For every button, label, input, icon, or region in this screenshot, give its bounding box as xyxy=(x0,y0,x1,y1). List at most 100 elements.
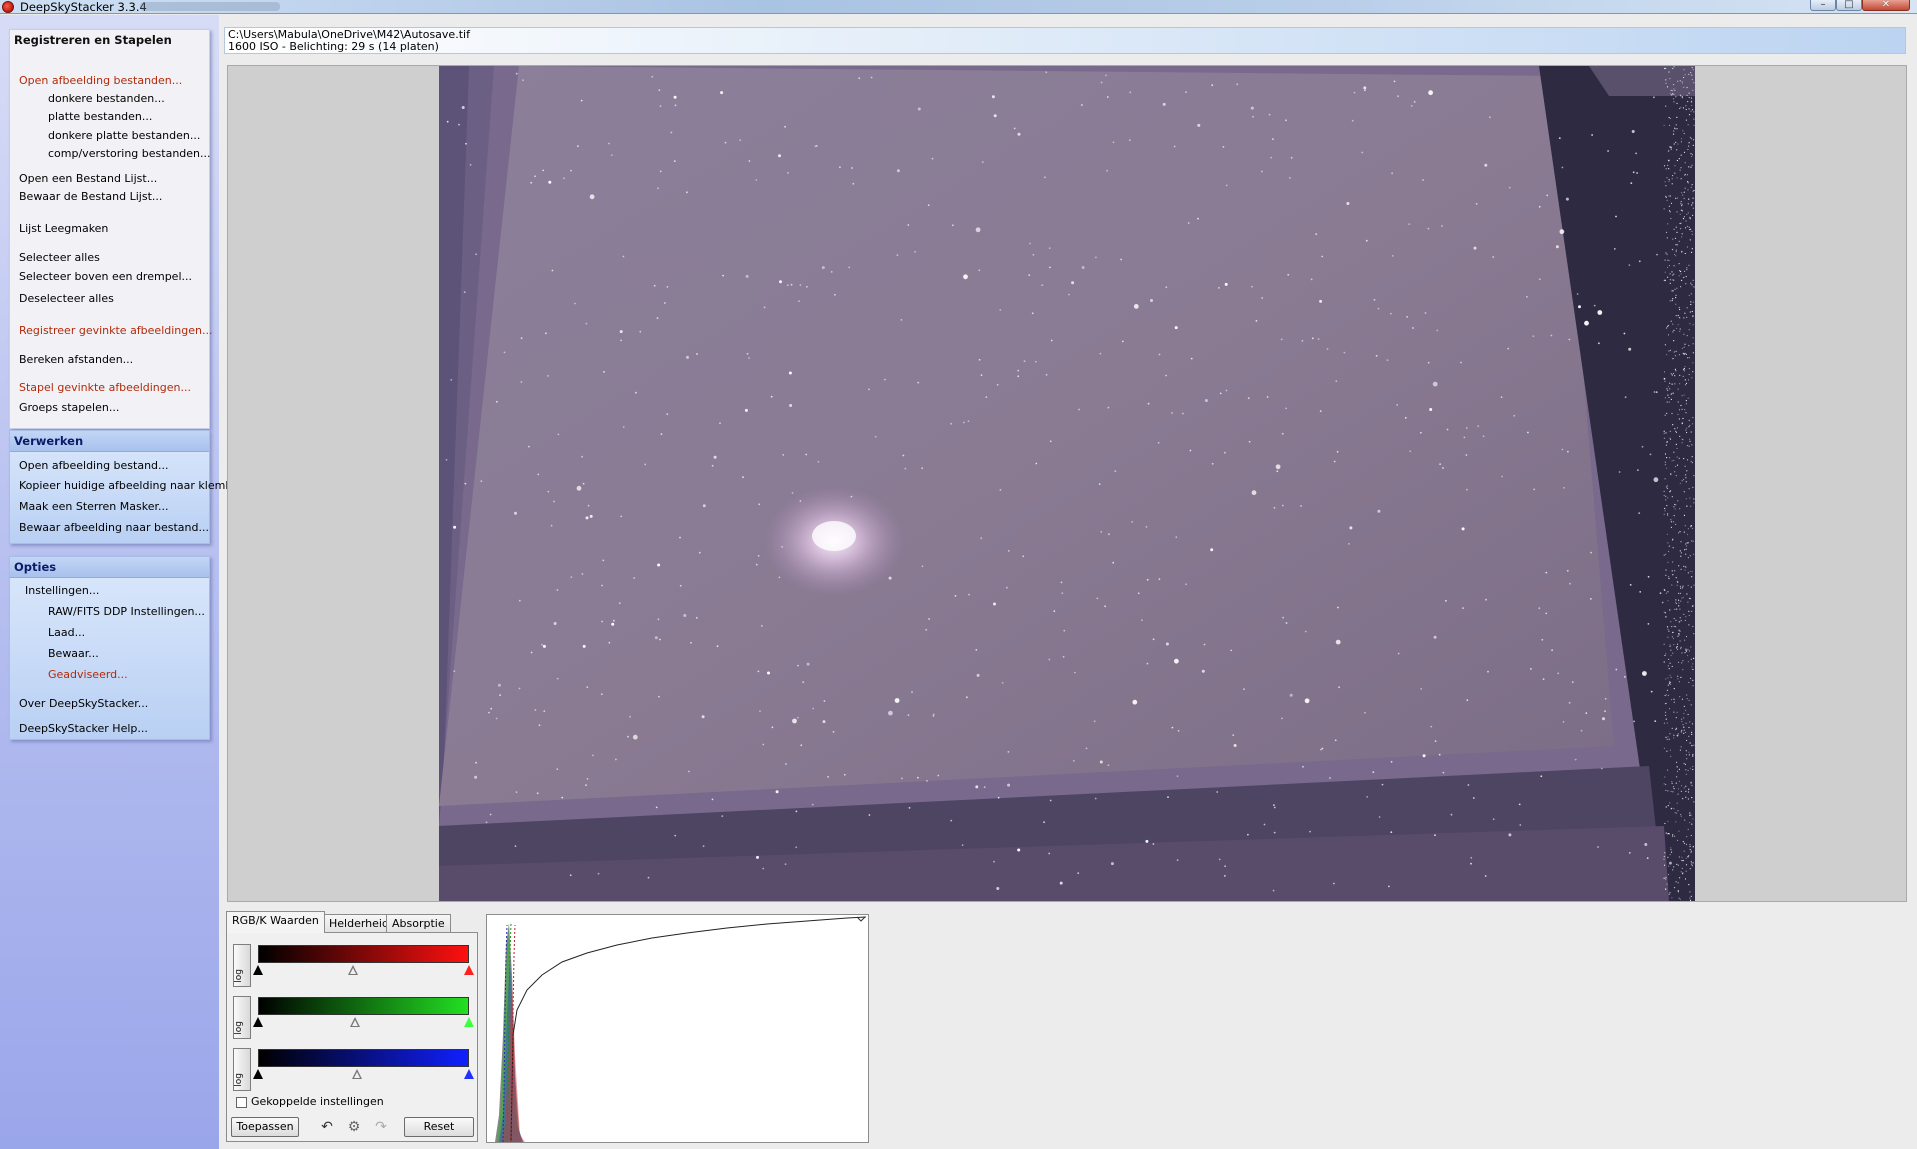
noise-speck xyxy=(1693,475,1695,477)
noise-speck xyxy=(1673,698,1675,700)
settings-icon[interactable]: ⚙ xyxy=(345,1118,363,1136)
star xyxy=(1600,767,1603,770)
offset-bias-files-link[interactable]: comp/verstoring bestanden... xyxy=(48,147,211,161)
noise-speck xyxy=(1679,482,1681,484)
green-white-point-marker[interactable] xyxy=(464,1017,474,1027)
star xyxy=(1121,340,1124,343)
noise-speck xyxy=(1693,584,1695,586)
star xyxy=(629,715,631,718)
save-settings-link[interactable]: Bewaar... xyxy=(48,647,99,661)
linked-settings-checkbox[interactable] xyxy=(236,1097,247,1108)
star xyxy=(1165,286,1168,289)
select-above-threshold-link[interactable]: Selecteer boven een drempel... xyxy=(19,270,192,284)
reset-button[interactable]: Reset xyxy=(404,1117,474,1137)
green-slider[interactable] xyxy=(253,1017,474,1029)
noise-speck xyxy=(1691,823,1693,825)
help-link[interactable]: DeepSkyStacker Help... xyxy=(19,722,148,736)
noise-speck xyxy=(1667,259,1669,261)
register-checked-link[interactable]: Registreer gevinkte afbeeldingen... xyxy=(19,324,212,338)
load-settings-link[interactable]: Laad... xyxy=(48,626,85,640)
red-slider[interactable] xyxy=(253,965,474,977)
tab-rgb-k-levels[interactable]: RGB/K Waarden xyxy=(226,911,325,933)
open-image-file-link[interactable]: Open afbeelding bestand... xyxy=(19,459,169,473)
settings-link[interactable]: Instellingen... xyxy=(25,584,99,598)
blue-midtone-marker[interactable] xyxy=(352,1069,363,1079)
noise-speck xyxy=(1671,727,1673,730)
redo-icon[interactable]: ↷ xyxy=(372,1118,390,1136)
apply-button[interactable]: Toepassen xyxy=(231,1117,299,1137)
blue-black-point-marker[interactable] xyxy=(253,1069,263,1079)
log-toggle-red[interactable]: log xyxy=(233,944,251,987)
star xyxy=(1063,629,1066,632)
blue-white-point-marker[interactable] xyxy=(464,1069,474,1079)
noise-speck xyxy=(1665,736,1667,738)
open-image-files-link[interactable]: Open afbeelding bestanden... xyxy=(19,74,182,88)
noise-speck xyxy=(1688,96,1690,99)
recommended-settings-link[interactable]: Geadviseerd... xyxy=(48,668,128,682)
open-file-list-link[interactable]: Open een Bestand Lijst... xyxy=(19,172,157,186)
star xyxy=(1513,414,1516,417)
save-image-link[interactable]: Bewaar afbeelding naar bestand... xyxy=(19,521,209,535)
noise-speck xyxy=(1678,681,1680,683)
star xyxy=(514,845,517,847)
noise-speck xyxy=(1681,250,1683,252)
tab-luminance[interactable]: Helderheid xyxy=(323,914,395,932)
stacked-image[interactable] xyxy=(439,66,1695,901)
star xyxy=(1287,273,1290,276)
noise-speck xyxy=(1687,798,1689,800)
noise-speck xyxy=(1689,598,1692,600)
noise-speck xyxy=(1666,457,1668,459)
star xyxy=(1114,470,1117,472)
batch-stacking-link[interactable]: Groeps stapelen... xyxy=(19,401,119,415)
deselect-all-link[interactable]: Deselecteer alles xyxy=(19,292,114,306)
blue-slider[interactable] xyxy=(253,1069,474,1081)
noise-speck xyxy=(1682,352,1684,354)
image-viewer[interactable] xyxy=(227,65,1907,902)
dark-files-link[interactable]: donkere bestanden... xyxy=(48,92,165,106)
noise-speck xyxy=(1676,812,1678,814)
noise-speck xyxy=(1689,497,1691,499)
clear-list-link[interactable]: Lijst Leegmaken xyxy=(19,222,108,236)
tab-saturation[interactable]: Absorptie xyxy=(386,914,451,932)
red-white-point-marker[interactable] xyxy=(464,965,474,975)
noise-speck xyxy=(1665,231,1668,233)
log-toggle-green[interactable]: log xyxy=(233,996,251,1039)
star xyxy=(1604,697,1607,700)
noise-speck xyxy=(1692,207,1694,209)
noise-speck xyxy=(1663,554,1665,556)
noise-speck xyxy=(1689,846,1691,848)
compute-offsets-link[interactable]: Bereken afstanden... xyxy=(19,353,133,367)
noise-speck xyxy=(1680,568,1682,570)
flat-files-link[interactable]: platte bestanden... xyxy=(48,110,152,124)
save-file-list-link[interactable]: Bewaar de Bestand Lijst... xyxy=(19,190,162,204)
noise-speck xyxy=(1664,711,1667,713)
noise-speck xyxy=(1683,368,1685,370)
star xyxy=(620,339,622,342)
red-black-point-marker[interactable] xyxy=(253,965,263,975)
create-star-mask-link[interactable]: Maak een Sterren Masker... xyxy=(19,500,168,514)
red-midtone-marker[interactable] xyxy=(347,965,358,975)
select-all-link[interactable]: Selecteer alles xyxy=(19,251,100,265)
noise-speck xyxy=(1683,216,1685,218)
star xyxy=(1182,412,1184,415)
dark-flat-files-link[interactable]: donkere platte bestanden... xyxy=(48,129,200,143)
copy-to-clipboard-link[interactable]: Kopieer huidige afbeelding naar klembord xyxy=(19,479,250,493)
stack-checked-link[interactable]: Stapel gevinkte afbeeldingen... xyxy=(19,381,191,395)
maximize-button[interactable]: □ xyxy=(1836,0,1862,11)
noise-speck xyxy=(1675,602,1677,605)
star xyxy=(1232,734,1235,737)
green-midtone-marker[interactable] xyxy=(350,1017,361,1027)
noise-speck xyxy=(1690,301,1692,303)
noise-speck xyxy=(1675,197,1677,199)
star xyxy=(453,670,456,672)
noise-speck xyxy=(1685,400,1687,402)
noise-speck xyxy=(1663,877,1665,879)
raw-fits-settings-link[interactable]: RAW/FITS DDP Instellingen... xyxy=(48,605,205,619)
green-black-point-marker[interactable] xyxy=(253,1017,263,1027)
about-link[interactable]: Over DeepSkyStacker... xyxy=(19,697,148,711)
noise-speck xyxy=(1692,352,1694,354)
close-button[interactable]: ✕ xyxy=(1862,0,1910,11)
undo-icon[interactable]: ↶ xyxy=(318,1118,336,1136)
minimize-button[interactable]: – xyxy=(1810,0,1836,11)
log-toggle-blue[interactable]: log xyxy=(233,1048,251,1091)
